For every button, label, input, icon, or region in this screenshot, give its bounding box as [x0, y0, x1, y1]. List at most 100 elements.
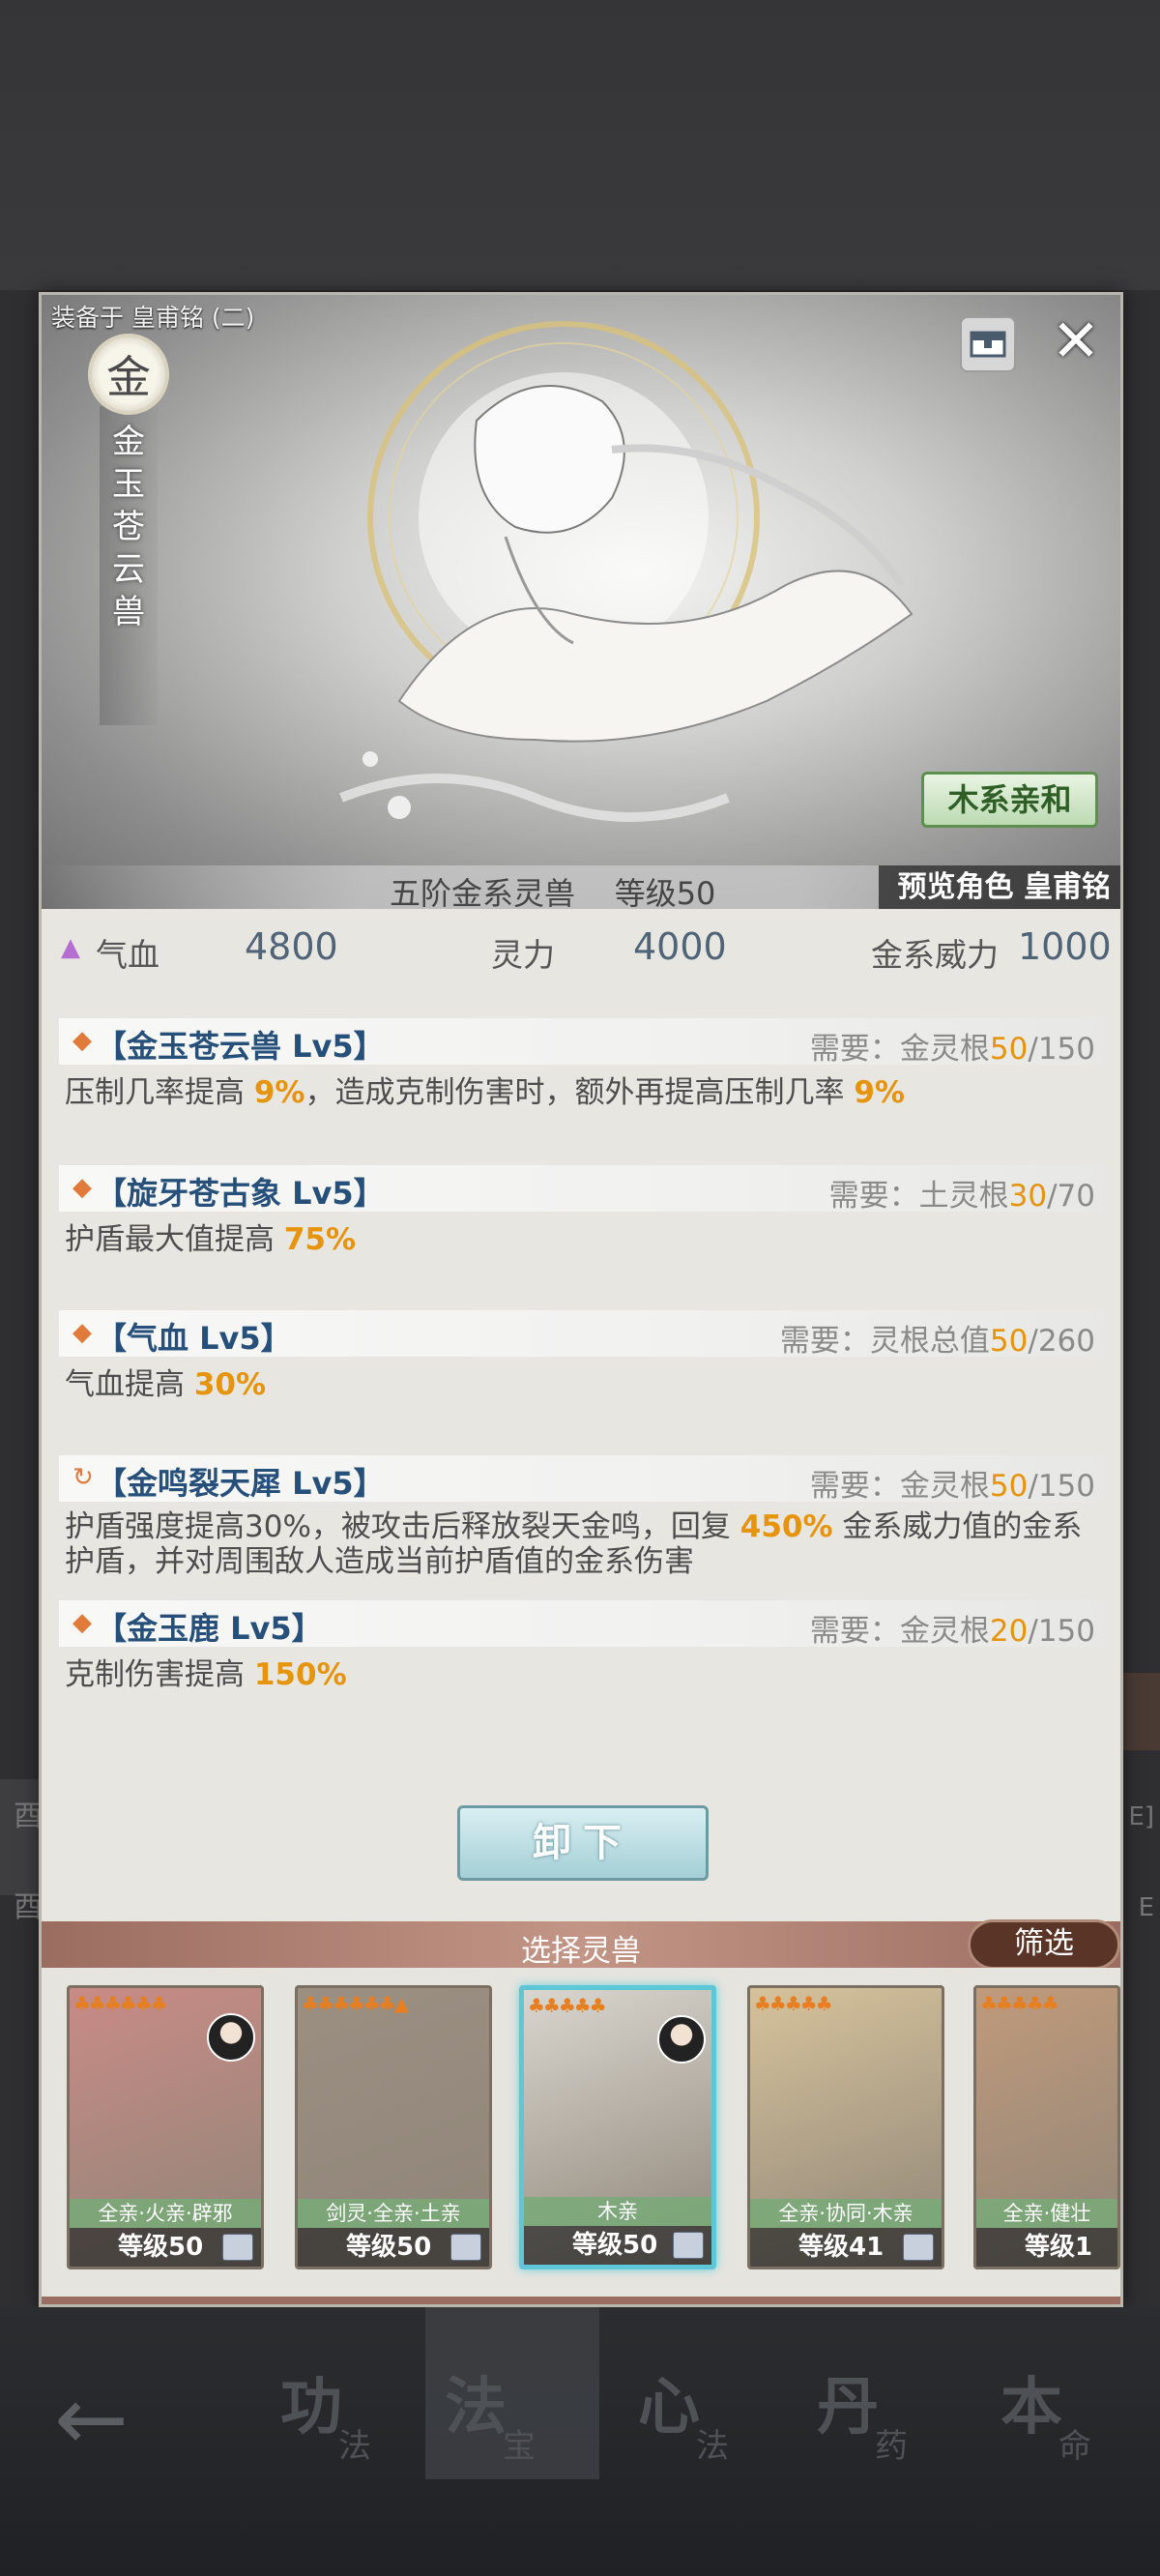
skill-header: ◆ 【旋牙苍古象 Lv5】 需要：土灵根30/70 [59, 1165, 1103, 1215]
requirement-current: 30 [1008, 1179, 1048, 1214]
rank-stars-icon: ♣♣♣♣♣♣▲ [302, 1992, 409, 2015]
owner-avatar [207, 2013, 255, 2062]
requirement-current: 50 [989, 1469, 1029, 1504]
nav-tab-char: 心 [638, 2371, 700, 2444]
skill-title: 【气血 Lv5】 [96, 1320, 292, 1357]
backdrop-right-strip [1121, 1673, 1160, 1750]
card-tags: 全亲·火亲·辟邪 [70, 2199, 261, 2228]
select-beast-title: 选择灵兽 [521, 1934, 641, 1969]
nav-tab-benming[interactable]: 本 命 [981, 2357, 1126, 2474]
skill-description: 克制伤害提高 150% [59, 1647, 1103, 1695]
description-text: 克制伤害提高 [65, 1657, 254, 1692]
beast-card[interactable]: ♣♣♣♣♣ 全亲·协同·木亲 等级41 [747, 1985, 944, 2269]
rank-stars-icon: ♣♣♣♣♣♣ [73, 1992, 168, 2015]
skill-description: 压制几率提高 9%，造成克制伤害时，额外再提高压制几率 9% [59, 1065, 1103, 1113]
spirit-beast-dialog: 装备于 皇甫铭 (二) 金 金玉苍云兽 ✕ 木系亲和 五阶金系灵兽 等级50 预… [39, 292, 1123, 2307]
requirement-current: 50 [989, 1032, 1029, 1067]
list-bottom-strip [42, 2297, 1120, 2304]
card-tags: 剑灵·全亲·土亲 [298, 2199, 489, 2228]
preview-character-label[interactable]: 预览角色 皇甫铭 [878, 865, 1120, 909]
beast-card[interactable]: ♣♣♣♣♣ 全亲·健壮 等级1 [973, 1985, 1120, 2269]
background-row-text: 酉 [14, 1800, 43, 1833]
card-tags: 全亲·协同·木亲 [750, 2199, 942, 2228]
requirement-total: /150 [1028, 1032, 1095, 1067]
requirement-label: 需要：金灵根 [809, 1032, 990, 1067]
background-row-text-right: E [1138, 1893, 1154, 1922]
diamond-icon: ◆ [72, 1608, 92, 1637]
requirement-current: 50 [989, 1324, 1029, 1359]
nav-tab-xinfa[interactable]: 心 法 [619, 2357, 764, 2474]
beast-name: 金玉苍云兽 [112, 423, 145, 631]
rank-stars-icon: ♣♣♣♣♣ [754, 1992, 833, 2015]
equipped-on-label: 装备于 皇甫铭 (二) [51, 304, 255, 332]
box-icon-graphic [970, 331, 1006, 358]
background-row-text-right: E] [1128, 1802, 1154, 1831]
affinity-badge: 木系亲和 [921, 772, 1098, 828]
stat-value-gold-power: 1000 [1018, 925, 1112, 968]
refresh-icon: ↻ [72, 1463, 94, 1492]
diamond-icon: ◆ [72, 1026, 92, 1055]
skill-requirement: 需要：金灵根20/150 [810, 1606, 1095, 1650]
stat-value-spirit: 4000 [633, 925, 727, 968]
nav-tab-char: 功 [280, 2371, 342, 2444]
nav-tab-subchar: 法 [338, 2427, 371, 2466]
stat-label-hp: 气血 [96, 936, 160, 974]
highlight-value: 150% [253, 1657, 347, 1692]
owner-avatar [657, 2015, 706, 2064]
beast-card[interactable]: ♣♣♣♣♣♣ 全亲·火亲·辟邪 等级50 [67, 1985, 264, 2269]
nav-tab-char: 本 [1000, 2371, 1062, 2444]
nav-tab-gongfa[interactable]: 功 法 [261, 2357, 406, 2474]
requirement-total: /150 [1028, 1469, 1095, 1504]
nav-tab-subchar: 宝 [503, 2427, 536, 2466]
select-beast-bar: 选择灵兽 [42, 1921, 1120, 1969]
requirement-label: 需要：金灵根 [809, 1614, 990, 1649]
storage-box-icon[interactable] [960, 316, 1016, 372]
requirement-label: 需要：金灵根 [809, 1469, 990, 1504]
unequip-button[interactable]: 卸下 [457, 1805, 709, 1881]
backdrop [0, 0, 1160, 290]
nav-tab-fabao[interactable]: 法 宝 [425, 2307, 599, 2479]
stat-label-gold-power: 金系威力 [871, 936, 999, 974]
bottom-nav: ← 功 法 法 宝 心 法 丹 药 本 命 [0, 2307, 1160, 2576]
skill-entry: ◆ 【旋牙苍古象 Lv5】 需要：土灵根30/70 护盾最大值提高 75% [59, 1165, 1103, 1260]
element-badge: 金 [88, 334, 169, 415]
beast-card[interactable]: ♣♣♣♣♣♣▲ 剑灵·全亲·土亲 等级50 [295, 1985, 492, 2269]
highlight-value: 9% [253, 1075, 305, 1110]
stats-row: ▲ 气血 4800 灵力 4000 金系威力 1000 [42, 914, 1120, 983]
nav-tab-subchar: 法 [696, 2427, 729, 2466]
nav-tab-subchar: 命 [1058, 2427, 1091, 2466]
skill-description: 护盾最大值提高 75% [59, 1212, 1103, 1260]
rank-stars-icon: ♣♣♣♣♣ [528, 1994, 607, 2017]
description-text: 护盾最大值提高 [65, 1222, 284, 1257]
requirement-total: /260 [1028, 1324, 1095, 1359]
card-tags: 全亲·健壮 [976, 2199, 1117, 2228]
rank-stars-icon: ♣♣♣♣♣ [980, 1992, 1059, 2015]
highlight-value: 450% [740, 1509, 833, 1544]
highlight-value: 75% [283, 1222, 357, 1257]
skill-requirement: 需要：土灵根30/70 [829, 1171, 1095, 1215]
diamond-icon: ◆ [72, 1318, 92, 1347]
skill-title: 【旋牙苍古象 Lv5】 [96, 1175, 385, 1212]
card-level: 等级1 [976, 2228, 1117, 2267]
stat-label-spirit: 灵力 [491, 936, 555, 974]
description-text: 护盾强度提高30%，被攻击后释放裂天金鸣，回复 [65, 1509, 740, 1544]
nav-tab-char: 法 [445, 2371, 507, 2444]
skill-description: 气血提高 30% [59, 1357, 1103, 1405]
back-arrow-icon[interactable]: ← [54, 2367, 129, 2471]
description-text: 压制几率提高 [65, 1075, 254, 1110]
beast-card-list: ♣♣♣♣♣♣ 全亲·火亲·辟邪 等级50 ♣♣♣♣♣♣▲ 剑灵·全亲·土亲 等级… [42, 1968, 1120, 2304]
beast-hero-panel: 装备于 皇甫铭 (二) 金 金玉苍云兽 ✕ 木系亲和 五阶金系灵兽 等级50 预… [42, 295, 1120, 909]
skill-header: ◆ 【金玉鹿 Lv5】 需要：金灵根20/150 [59, 1600, 1103, 1650]
background-row-text: 酉 [14, 1890, 43, 1924]
nav-tab-danyao[interactable]: 丹 药 [798, 2357, 942, 2474]
diamond-icon: ◆ [72, 1173, 92, 1202]
highlight-value: 30% [193, 1367, 267, 1402]
skill-header: ↻ 【金鸣裂天犀 Lv5】 需要：金灵根50/150 [59, 1455, 1103, 1504]
description-text: ，造成克制伤害时，额外再提高压制几率 [304, 1075, 855, 1110]
filter-button[interactable]: 筛选 [968, 1919, 1120, 1970]
beast-rank-level: 五阶金系灵兽 等级50 [390, 875, 716, 909]
skill-entry: ◆ 【气血 Lv5】 需要：灵根总值50/260 气血提高 30% [59, 1310, 1103, 1405]
skill-title: 【金鸣裂天犀 Lv5】 [96, 1465, 385, 1502]
beast-card-selected[interactable]: ♣♣♣♣♣ 木亲 等级50 [519, 1985, 716, 2269]
close-icon[interactable]: ✕ [1047, 312, 1105, 370]
